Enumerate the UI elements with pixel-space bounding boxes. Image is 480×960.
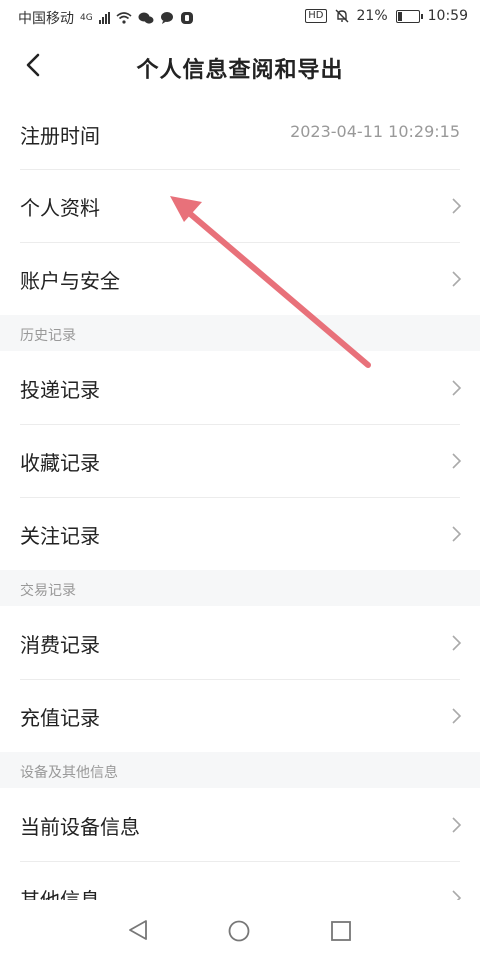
nav-home-icon[interactable]: [228, 920, 250, 942]
page-title: 个人信息查阅和导出: [136, 58, 344, 83]
chevron-right-icon: [452, 635, 462, 651]
message-icon: [160, 12, 173, 24]
current-device-info-label: 当前设备信息: [20, 815, 140, 839]
delivery-records-row[interactable]: 投递记录: [0, 352, 480, 424]
section-header-device-other: 设备及其他信息: [0, 752, 480, 788]
status-bar: 中国移动 4G HD 21% 10:59: [0, 0, 480, 34]
register-time-value: 2023-04-11 10:29:15: [290, 122, 460, 141]
battery-percent: 21%: [356, 8, 388, 24]
section-title: 交易记录: [20, 583, 76, 599]
mute-bell-icon: [335, 9, 349, 23]
network-type: 4G: [80, 13, 93, 23]
wechat-icon: [138, 12, 154, 24]
current-device-info-row[interactable]: 当前设备信息: [0, 789, 480, 861]
consumption-records-label: 消费记录: [20, 633, 100, 657]
personal-profile-row[interactable]: 个人资料: [0, 170, 480, 242]
register-time-row: 注册时间 2023-04-11 10:29:15: [0, 98, 480, 170]
favorite-records-label: 收藏记录: [20, 451, 100, 475]
carrier-label: 中国移动: [18, 11, 74, 27]
top-bar: 个人信息查阅和导出: [0, 34, 480, 98]
section-title: 设备及其他信息: [20, 765, 118, 781]
system-nav-bar: [0, 900, 480, 960]
delivery-records-label: 投递记录: [20, 378, 100, 402]
consumption-records-row[interactable]: 消费记录: [0, 607, 480, 679]
chevron-right-icon: [452, 453, 462, 469]
follow-records-label: 关注记录: [20, 524, 100, 548]
follow-records-row[interactable]: 关注记录: [0, 498, 480, 570]
chevron-right-icon: [452, 380, 462, 396]
recharge-records-label: 充值记录: [20, 706, 100, 730]
clock: 10:59: [427, 8, 468, 24]
personal-profile-label: 个人资料: [20, 196, 100, 220]
chevron-right-icon: [452, 198, 462, 214]
favorite-records-row[interactable]: 收藏记录: [0, 425, 480, 497]
wifi-icon: [116, 12, 132, 24]
account-security-label: 账户与安全: [20, 269, 120, 293]
battery-fill: [397, 11, 402, 21]
register-time-label: 注册时间: [20, 124, 100, 148]
battery-icon: [395, 9, 423, 23]
nav-back-icon[interactable]: [126, 918, 150, 942]
app-notification-icon: [180, 12, 193, 24]
status-left: 中国移动 4G: [18, 8, 194, 28]
hd-badge: HD: [305, 9, 327, 23]
section-header-history: 历史记录: [0, 315, 480, 351]
section-title: 历史记录: [20, 328, 76, 344]
nav-recent-apps-icon[interactable]: [330, 920, 352, 942]
account-security-row[interactable]: 账户与安全: [0, 243, 480, 315]
chevron-right-icon: [452, 526, 462, 542]
signal-icon: [98, 12, 110, 24]
recharge-records-row[interactable]: 充值记录: [0, 680, 480, 752]
chevron-right-icon: [452, 708, 462, 724]
chevron-right-icon: [452, 271, 462, 287]
section-header-transactions: 交易记录: [0, 570, 480, 606]
status-right: HD 21% 10:59: [305, 8, 468, 24]
chevron-right-icon: [452, 817, 462, 833]
